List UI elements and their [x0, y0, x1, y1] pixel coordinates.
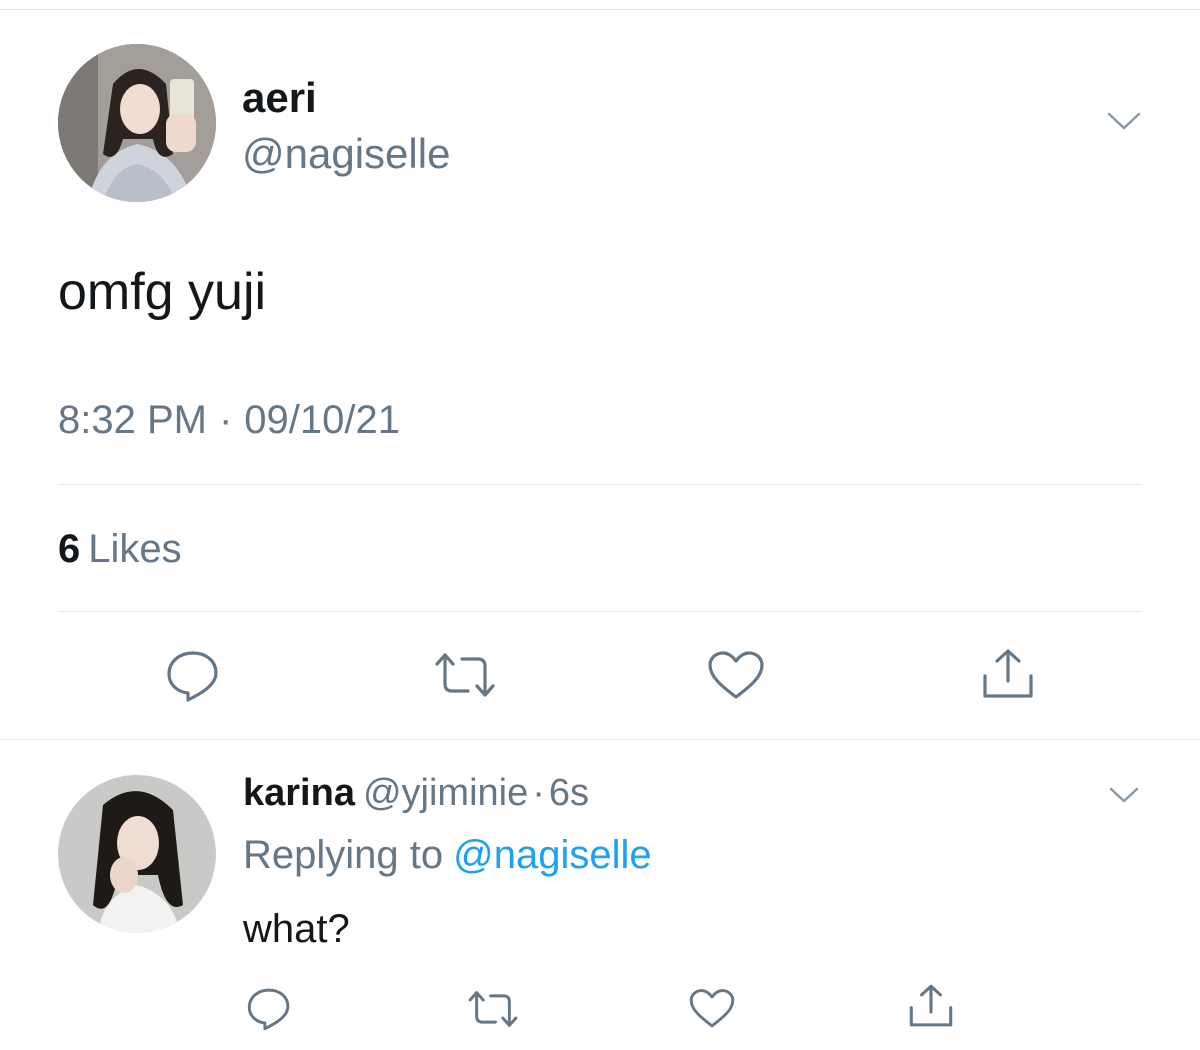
- reply-text: what?: [243, 907, 350, 951]
- display-name[interactable]: aeri: [242, 74, 317, 122]
- chevron-down-icon[interactable]: [1106, 110, 1142, 139]
- header-separator: ·: [532, 772, 545, 814]
- share-icon[interactable]: [907, 982, 955, 1035]
- display-name[interactable]: karina: [243, 772, 355, 814]
- retweet-icon[interactable]: [466, 988, 520, 1035]
- likes-count-link[interactable]: 6 Likes: [58, 527, 182, 572]
- divider: [58, 611, 1142, 612]
- likes-label: Likes: [88, 527, 182, 571]
- heart-icon[interactable]: [688, 988, 736, 1035]
- top-divider: [0, 9, 1200, 10]
- retweet-icon[interactable]: [432, 650, 498, 705]
- avatar[interactable]: [58, 775, 216, 933]
- share-icon[interactable]: [980, 646, 1036, 707]
- likes-count: 6: [58, 527, 81, 571]
- user-handle[interactable]: @yjiminie: [363, 772, 528, 814]
- timestamp-separator: ·: [218, 398, 233, 442]
- divider: [0, 739, 1200, 740]
- tweet-date: 09/10/21: [244, 398, 400, 442]
- replying-to-link[interactable]: @nagiselle: [453, 833, 652, 877]
- reply-time[interactable]: 6s: [549, 772, 589, 814]
- reply-header: karina @yjiminie · 6s: [243, 772, 589, 815]
- tweet-timestamp[interactable]: 8:32 PM · 09/10/21: [58, 398, 400, 443]
- heart-icon[interactable]: [706, 650, 766, 707]
- user-handle[interactable]: @nagiselle: [242, 130, 450, 178]
- comment-icon[interactable]: [245, 986, 293, 1037]
- avatar[interactable]: [58, 44, 216, 202]
- divider: [58, 484, 1142, 485]
- tweet-text: omfg yuji: [58, 263, 267, 321]
- comment-icon[interactable]: [164, 648, 222, 709]
- replying-prefix: Replying to: [243, 833, 444, 877]
- tweet-time: 8:32 PM: [58, 398, 207, 442]
- chevron-down-icon[interactable]: [1108, 785, 1140, 812]
- replying-to: Replying to @nagiselle: [243, 833, 652, 878]
